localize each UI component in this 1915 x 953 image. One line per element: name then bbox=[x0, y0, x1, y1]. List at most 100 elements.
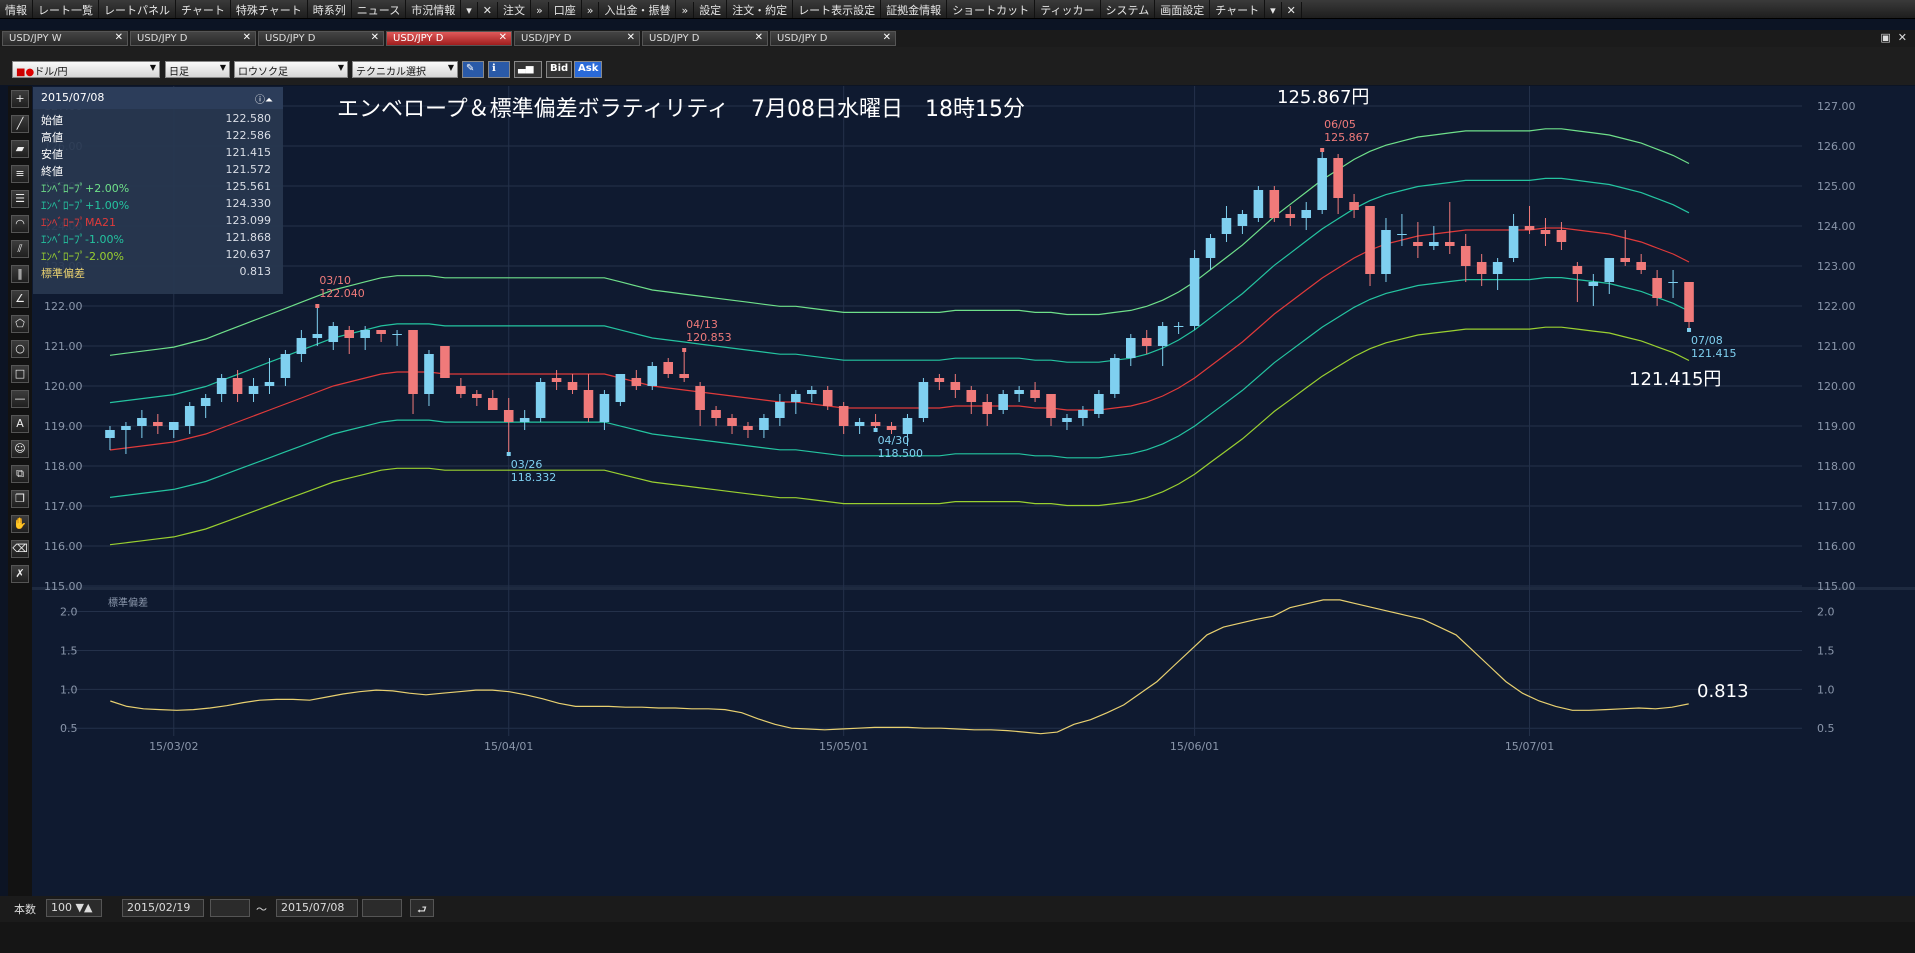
close-icon[interactable]: ✕ bbox=[883, 32, 891, 43]
vertical-lines-icon[interactable]: ‖ bbox=[11, 265, 29, 283]
tab-usdjpy-d-4[interactable]: USD/JPY D ✕ bbox=[514, 31, 640, 46]
stamp-icon[interactable]: ☺ bbox=[11, 440, 29, 458]
erase-all-icon[interactable]: ✗ bbox=[11, 565, 29, 583]
close-icon[interactable]: ✕ bbox=[371, 32, 379, 43]
period-label: 日足 bbox=[169, 67, 189, 78]
menu-item[interactable]: 画面設定 bbox=[1155, 0, 1211, 18]
info-row: ｴﾝﾍﾞﾛｰﾌﾟ-1.00% 121.868 bbox=[41, 231, 271, 248]
chart-area[interactable]: 115.00 115.00 116.00 116.00 117.00 117.00 118.… bbox=[32, 86, 1915, 896]
ask-button[interactable]: Ask bbox=[574, 61, 602, 78]
menu-item[interactable]: システム bbox=[1101, 0, 1156, 18]
menu-item[interactable]: ショートカット bbox=[947, 0, 1036, 18]
candle-body bbox=[1078, 410, 1088, 418]
menu-item[interactable]: 入出金・振替 bbox=[599, 0, 677, 18]
end-date-input[interactable]: 2015/07/08 bbox=[276, 899, 358, 917]
menu-item[interactable]: レート一覧 bbox=[33, 0, 99, 18]
menu-item[interactable]: 注文・約定 bbox=[727, 0, 794, 18]
chart-svg[interactable]: 115.00 115.00 116.00 116.00 117.00 117.00 118.… bbox=[32, 86, 1915, 896]
menu-item[interactable]: 設定 bbox=[694, 0, 728, 18]
hand-icon[interactable]: ✋ bbox=[11, 515, 29, 533]
menu-item[interactable]: ▾ bbox=[461, 2, 478, 18]
close-window-icon[interactable]: ✕ bbox=[1898, 31, 1907, 44]
annotation-date: 04/30 bbox=[878, 434, 910, 447]
start-time-input[interactable] bbox=[210, 899, 250, 917]
refresh-button[interactable]: ⮐ bbox=[410, 899, 434, 917]
info-collapse-icon[interactable]: ⓘ⏶ bbox=[255, 91, 273, 106]
menu-item[interactable]: 市況情報 bbox=[406, 0, 462, 18]
candle-body bbox=[503, 410, 514, 422]
bid-button[interactable]: Bid bbox=[546, 61, 572, 78]
close-icon[interactable]: ✕ bbox=[243, 32, 251, 43]
menu-item[interactable]: 口座 bbox=[549, 0, 582, 18]
crosshair-icon[interactable]: + bbox=[11, 90, 29, 108]
tab-usdjpy-d-5[interactable]: USD/JPY D ✕ bbox=[642, 31, 768, 46]
fan-icon[interactable]: ◠ bbox=[11, 215, 29, 233]
candle-body bbox=[838, 406, 849, 426]
menu-item[interactable]: ✕ bbox=[1282, 2, 1302, 18]
channel-icon[interactable]: ⫽ bbox=[11, 240, 29, 258]
start-date-input[interactable]: 2015/02/19 bbox=[122, 899, 204, 917]
tab-usdjpy-d-active[interactable]: USD/JPY D ✕ bbox=[386, 31, 512, 46]
tab-usdjpy-w[interactable]: USD/JPY W ✕ bbox=[2, 31, 128, 46]
gann-icon[interactable]: ∠ bbox=[11, 290, 29, 308]
menu-item[interactable]: 注文 bbox=[498, 0, 531, 18]
pentagon-icon[interactable]: ⬠ bbox=[11, 315, 29, 333]
end-time-input[interactable] bbox=[362, 899, 402, 917]
tab-usdjpy-d-6[interactable]: USD/JPY D ✕ bbox=[770, 31, 896, 46]
circle-icon[interactable]: ○ bbox=[11, 340, 29, 358]
info-row: ｴﾝﾍﾞﾛｰﾌﾟ+1.00% 124.330 bbox=[41, 197, 271, 214]
text-icon[interactable]: A bbox=[11, 415, 29, 433]
technical-select[interactable]: テクニカル選択 ▼ bbox=[352, 61, 458, 78]
menu-item[interactable]: ニュース bbox=[352, 0, 407, 18]
line-tool-icon[interactable]: ╱ bbox=[11, 115, 29, 133]
info-value: 124.330 bbox=[225, 197, 272, 210]
menu-item[interactable]: チャート bbox=[1210, 0, 1266, 18]
info-key: 終値 bbox=[41, 165, 63, 178]
chart-type-select[interactable]: ロウソク足 ▼ bbox=[234, 61, 348, 78]
menu-item[interactable]: ティッカー bbox=[1035, 0, 1101, 18]
bars-count-input[interactable]: 100 ▼▲ bbox=[46, 899, 102, 917]
restore-icon[interactable]: ▣ bbox=[1880, 31, 1890, 44]
horizontal-lines-icon[interactable]: ≡ bbox=[11, 165, 29, 183]
menu-item[interactable]: 時系列 bbox=[308, 0, 352, 18]
menu-item[interactable]: レート表示設定 bbox=[793, 0, 882, 18]
menu-item[interactable]: 証拠金情報 bbox=[881, 0, 948, 18]
multi-lines-icon[interactable]: ☰ bbox=[11, 190, 29, 208]
close-icon[interactable]: ✕ bbox=[627, 32, 635, 43]
duplicate-icon[interactable]: ❐ bbox=[11, 490, 29, 508]
eraser-icon[interactable]: ⌫ bbox=[11, 540, 29, 558]
rectangle-icon[interactable]: □ bbox=[11, 365, 29, 383]
pen-button[interactable]: ✎ bbox=[462, 61, 484, 78]
settings-button[interactable]: ▃▅ bbox=[514, 61, 542, 78]
ruler-icon[interactable]: ▰ bbox=[11, 140, 29, 158]
menu-item[interactable]: チャート bbox=[176, 0, 231, 18]
copy-icon[interactable]: ⧉ bbox=[11, 465, 29, 483]
sub-y-tick-label: 2.0 bbox=[60, 606, 78, 619]
menu-item[interactable]: ✕ bbox=[478, 2, 498, 18]
candle-body bbox=[1285, 214, 1296, 218]
candle-body bbox=[1062, 418, 1072, 422]
candle-body bbox=[264, 382, 275, 386]
tab-usdjpy-d-1[interactable]: USD/JPY D ✕ bbox=[130, 31, 256, 46]
period-select[interactable]: 日足 ▼ bbox=[165, 61, 230, 78]
currency-pair-select[interactable]: ■●ドル/円 ▼ bbox=[12, 61, 160, 78]
menu-item[interactable]: » bbox=[676, 2, 695, 18]
menu-item[interactable]: レートパネル bbox=[99, 0, 176, 18]
info-row: 始値 122.580 bbox=[41, 112, 271, 129]
close-icon[interactable]: ✕ bbox=[755, 32, 763, 43]
candle-body bbox=[950, 382, 961, 390]
menu-item[interactable]: » bbox=[531, 2, 549, 18]
info-row: ｴﾝﾍﾞﾛｰﾌﾟMA21 123.099 bbox=[41, 214, 271, 231]
close-icon[interactable]: ✕ bbox=[115, 32, 123, 43]
hline-icon[interactable]: — bbox=[11, 390, 29, 408]
info-row: ｴﾝﾍﾞﾛｰﾌﾟ+2.00% 125.561 bbox=[41, 180, 271, 197]
menu-item[interactable]: 情報 bbox=[0, 0, 33, 18]
info-button[interactable]: ℹ bbox=[488, 61, 510, 78]
candle-body bbox=[1269, 190, 1280, 218]
close-icon[interactable]: ✕ bbox=[499, 32, 507, 43]
candle-body bbox=[1030, 390, 1040, 398]
menu-item[interactable]: » bbox=[582, 2, 600, 18]
menu-item[interactable]: ▾ bbox=[1265, 2, 1282, 18]
menu-item[interactable]: 特殊チャート bbox=[231, 0, 308, 18]
tab-usdjpy-d-2[interactable]: USD/JPY D ✕ bbox=[258, 31, 384, 46]
